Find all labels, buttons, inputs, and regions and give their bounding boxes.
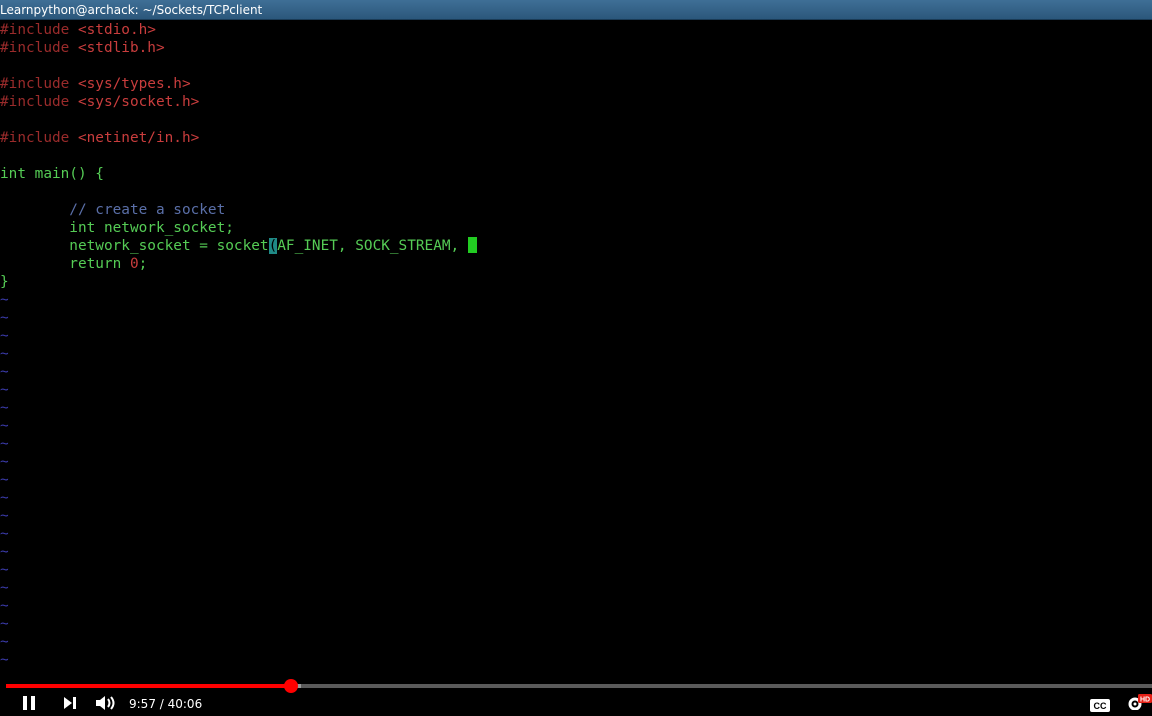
number-literal: 0 [129,256,139,272]
hd-badge: HD [1140,697,1150,704]
empty-line-marker: ~ [0,508,9,524]
volume-icon [96,696,115,710]
next-button[interactable] [62,694,78,710]
code-text: return [0,256,130,272]
preprocessor-directive: #include [0,22,78,38]
empty-line-marker: ~ [0,436,9,452]
pause-button[interactable] [20,694,38,710]
preprocessor-directive: #include [0,130,78,146]
volume-button[interactable] [95,694,117,710]
captions-icon: CC [1090,699,1110,712]
empty-line-marker: ~ [0,669,9,676]
code-line-7: #include <netinet/in.h> [0,129,199,147]
include-header: <sys/socket.h> [77,94,200,110]
code-line-11-comment: // create a socket [0,202,226,218]
code-line-12: int network_socket; [0,220,234,236]
vim-editor[interactable]: #include <stdio.h> #include <stdlib.h> #… [0,21,1152,676]
empty-line-marker: ~ [0,418,9,434]
empty-line-marker: ~ [0,652,9,668]
window-title: Learnpython@archack: ~/Sockets/TCPclient [0,3,263,17]
preprocessor-directive: #include [0,76,78,92]
empty-line-marker: ~ [0,454,9,470]
empty-line-marker: ~ [0,562,9,578]
empty-line-marker: ~ [0,400,9,416]
include-header: <netinet/in.h> [77,130,200,146]
empty-line-marker: ~ [0,472,9,488]
code-text: ; [138,256,148,272]
empty-line-marker: ~ [0,544,9,560]
code-line-2: #include <stdlib.h> [0,39,165,57]
empty-line-marker: ~ [0,490,9,506]
code-line-15: } [0,274,9,290]
empty-line-marker: ~ [0,310,9,326]
terminal-titlebar: Learnpython@archack: ~/Sockets/TCPclient [0,0,1152,20]
progress-played [6,684,291,688]
settings-button[interactable]: HD [1126,694,1152,711]
captions-button[interactable]: CC [1090,697,1110,713]
code-line-9: int main() { [0,166,104,182]
code-line-4: #include <sys/types.h> [0,75,191,93]
code-text: AF_INET, SOCK_STREAM, [277,238,468,254]
time-display: 9:57 / 40:06 [129,697,203,711]
empty-line-marker: ~ [0,364,9,380]
settings-icon: HD [1128,694,1152,711]
preprocessor-directive: #include [0,94,78,110]
code-line-5: #include <sys/socket.h> [0,93,199,111]
include-header: <sys/types.h> [77,76,191,92]
empty-line-marker: ~ [0,382,9,398]
empty-line-marker: ~ [0,526,9,542]
empty-line-marker: ~ [0,634,9,650]
progress-bar[interactable] [6,679,1152,693]
code-line-14: return 0; [0,255,147,273]
empty-line-marker: ~ [0,328,9,344]
code-line-1: #include <stdio.h> [0,21,156,39]
code-text: network_socket = socket [0,238,269,254]
text-cursor [467,237,477,253]
code-line-13: network_socket = socket(AF_INET, SOCK_ST… [0,237,477,255]
include-header: <stdio.h> [77,22,156,38]
pause-icon [23,696,35,710]
preprocessor-directive: #include [0,40,78,56]
matched-paren-highlight: ( [268,238,278,254]
empty-line-marker: ~ [0,598,9,614]
include-header: <stdlib.h> [77,40,165,56]
empty-line-marker: ~ [0,346,9,362]
empty-line-marker: ~ [0,616,9,632]
empty-line-marker: ~ [0,292,9,308]
next-icon [64,697,76,709]
progress-scrubber[interactable] [283,679,298,693]
empty-line-marker: ~ [0,580,9,596]
